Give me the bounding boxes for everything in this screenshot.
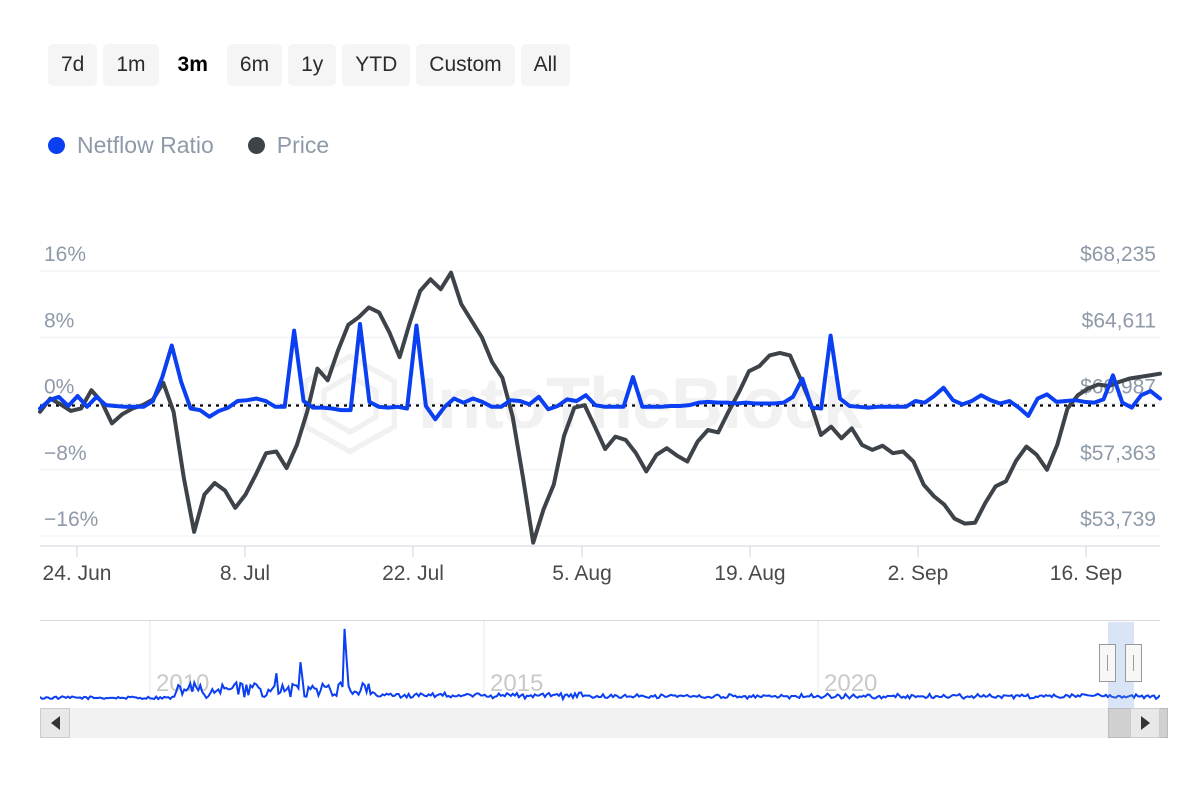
grabber-line-icon [1107,655,1108,671]
range-selector: 7d 1m 3m 6m 1y YTD Custom All [48,44,570,86]
range-button-3m[interactable]: 3m [164,44,221,86]
right-axis-tick-label: $57,363 [1080,442,1156,465]
right-axis-labels: $68,235 $64,611 $60,987 $57,363 $53,739 [1080,243,1156,531]
left-axis-tick-label: 8% [44,309,74,332]
scroll-right-button[interactable] [1130,708,1160,738]
x-axis-tick-label: 5. Aug [552,562,612,585]
range-button-custom[interactable]: Custom [416,44,515,86]
right-axis-tick-label: $60,987 [1080,376,1156,399]
range-button-1m[interactable]: 1m [103,44,159,86]
left-axis-tick-label: 16% [44,243,86,266]
netflow-ratio-series-line [38,322,1162,422]
arrow-right-icon [1140,716,1150,730]
legend-color-dot [247,137,265,154]
gridlines [40,270,1160,537]
x-axis-tick-label: 8. Jul [220,562,270,585]
intotheblock-watermark: IntoTheBlock [296,348,906,460]
scroll-left-button[interactable] [40,708,70,738]
chart-legend: Netflow Ratio Price [48,132,329,159]
x-axis: 24. Jun 8. Jul 22. Jul 5. Aug 19. Aug 2. Sep 1… [40,545,1160,585]
navigator-year-label: 2020 [824,670,877,697]
range-button-1y[interactable]: 1y [288,44,337,86]
right-axis-tick-label: $68,235 [1080,243,1156,266]
left-axis-tick-label: −8% [44,442,87,465]
range-button-all[interactable]: All [520,44,570,86]
left-axis-tick-label: −16% [44,508,98,531]
navigator-handle-left[interactable] [1099,644,1116,682]
navigator-handle-right[interactable] [1125,644,1142,682]
right-axis-tick-label: $53,739 [1080,508,1156,531]
grabber-line-icon [1133,655,1134,671]
range-button-ytd[interactable]: YTD [342,44,411,86]
left-axis-labels: 16% 8% 0% −8% −16% [44,243,98,531]
range-button-6m[interactable]: 6m [226,44,283,86]
range-button-7d[interactable]: 7d [48,44,98,86]
legend-label: Price [276,132,330,158]
legend-label: Netflow Ratio [77,132,214,158]
navigator-series-area[interactable]: 2010 2015 2020 [40,620,1160,709]
chart-navigator[interactable]: 2010 2015 2020 [40,620,1168,738]
x-axis-tick-label: 2. Sep [888,562,949,585]
x-axis-tick-label: 22. Jul [382,562,444,585]
navigator-scrollbar[interactable] [40,708,1168,738]
intotheblock-logo-icon [303,353,397,455]
x-axis-tick-label: 19. Aug [714,562,785,585]
legend-item-price[interactable]: Price [247,132,330,159]
x-axis-tick-label: 16. Sep [1050,562,1122,585]
watermark-text: IntoTheBlock [418,364,863,444]
right-axis-tick-label: $64,611 [1082,309,1156,332]
arrow-left-icon [50,716,60,730]
left-axis-tick-label: 0% [44,376,74,399]
legend-item-netflow-ratio[interactable]: Netflow Ratio [48,132,214,159]
legend-color-dot [48,137,65,154]
navigator-svg: 2010 2015 2020 [40,621,1160,702]
price-series-line [38,270,1162,545]
x-axis-tick-label: 24. Jun [43,562,112,585]
